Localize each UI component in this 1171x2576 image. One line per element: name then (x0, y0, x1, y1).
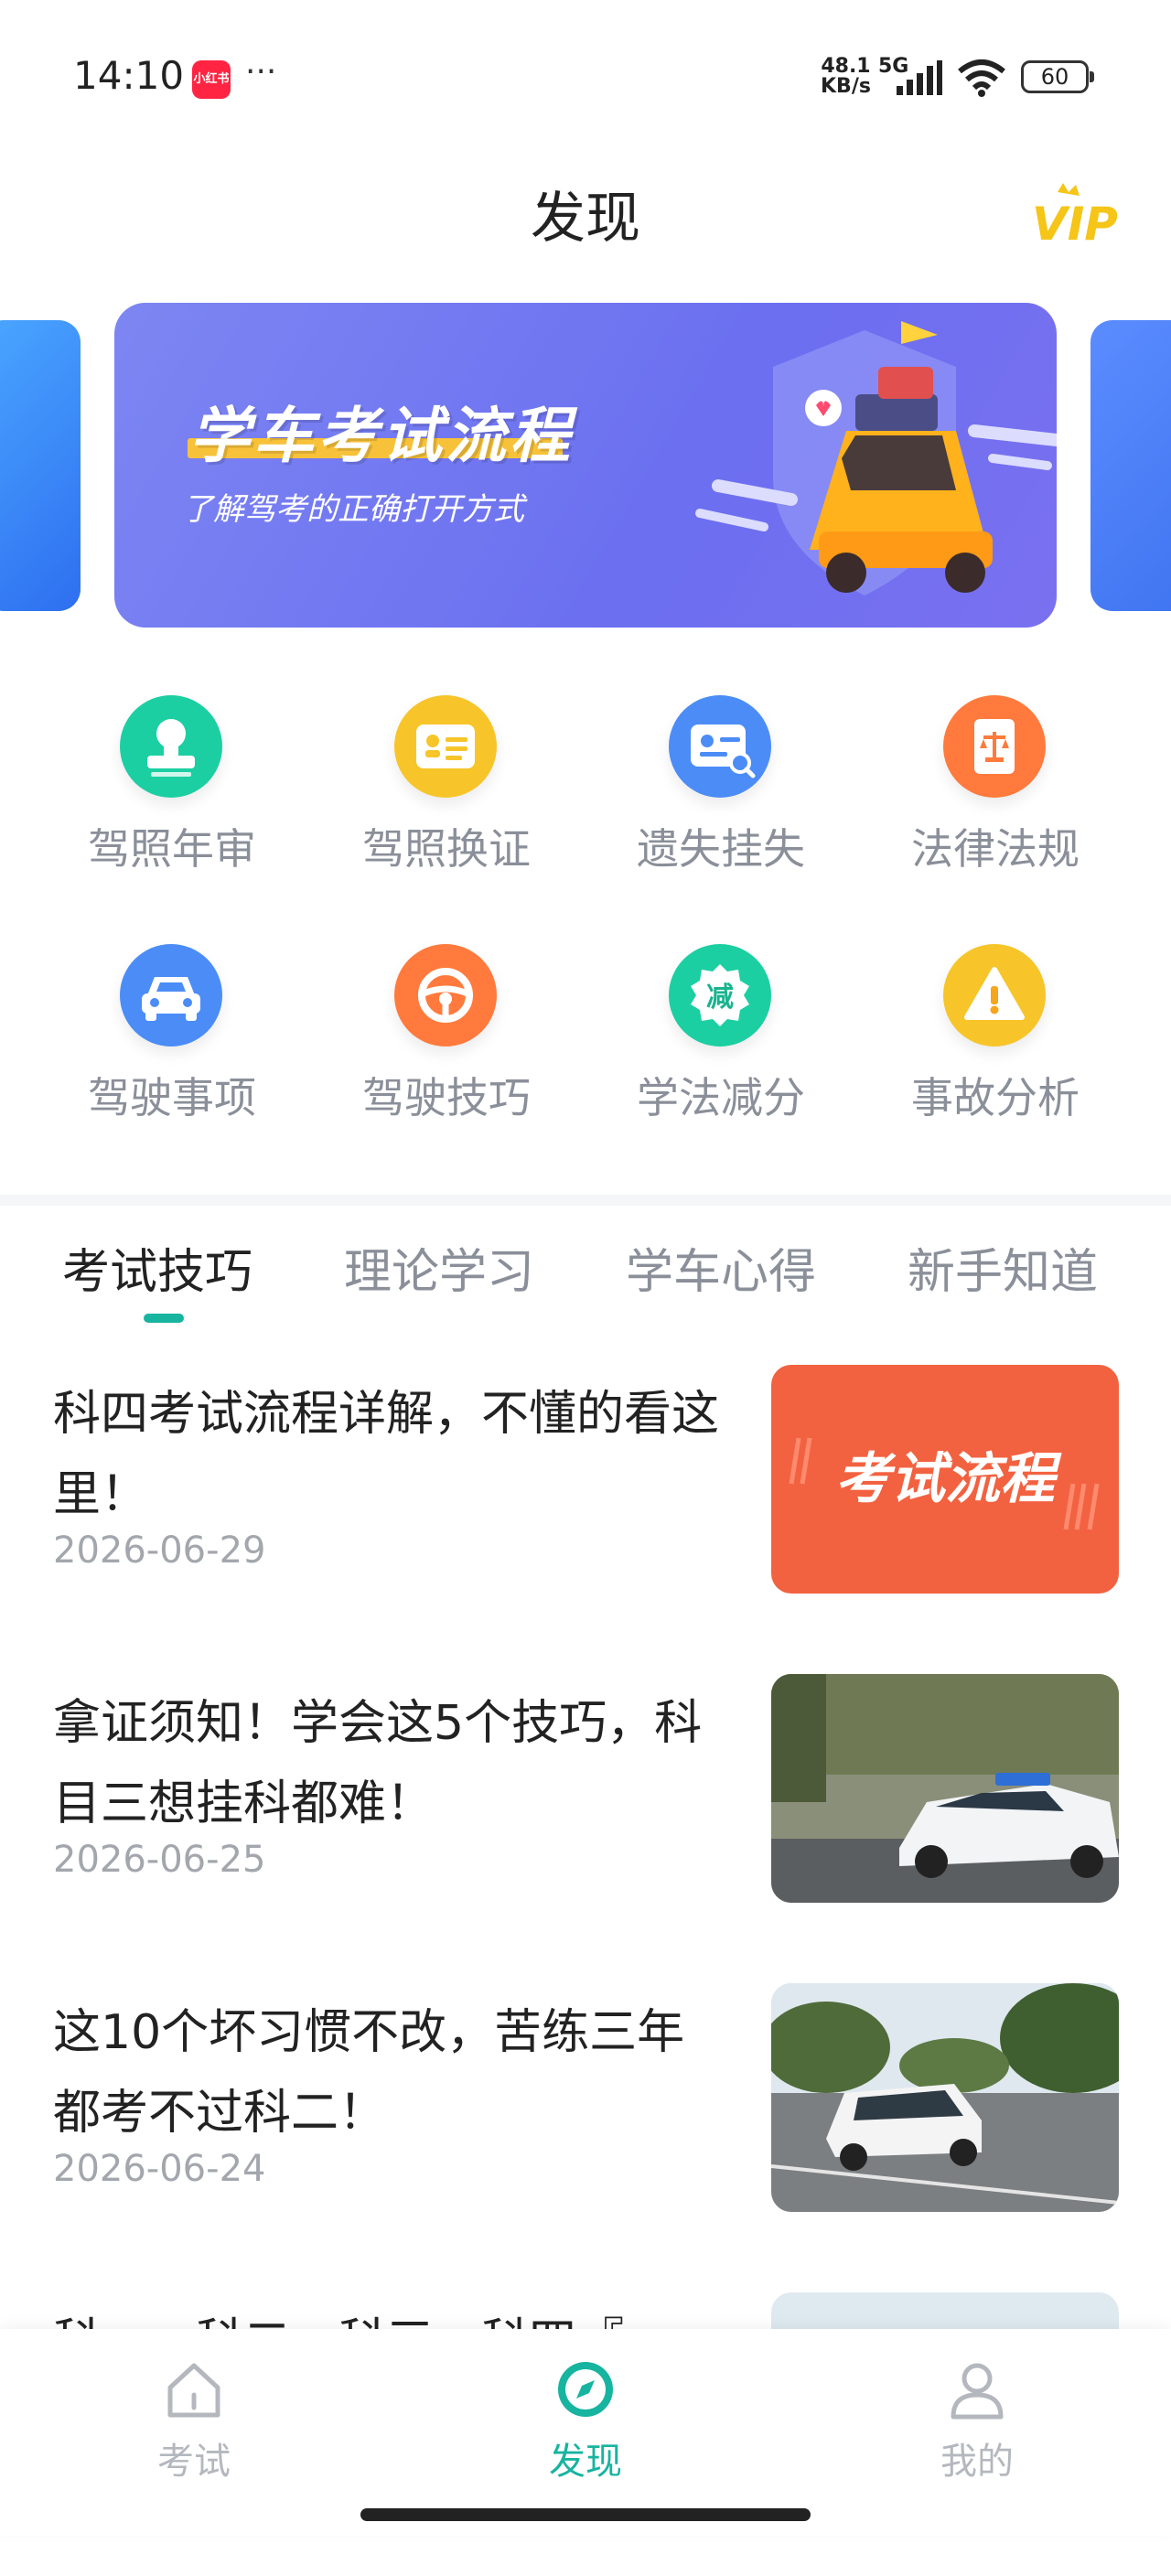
grid-label: 事故分析 (911, 1073, 1080, 1122)
car-illustration-icon (695, 321, 1057, 596)
exam-flow-thumbnail: 考试流程 (789, 1437, 1100, 1530)
article-title: 科四考试流程详解，不懂的看这里！ (53, 1387, 720, 1522)
xiaohongshu-notification-icon: 小红书 (192, 60, 231, 99)
law-book-icon (943, 695, 1046, 798)
nav-label: 考试 (157, 2441, 231, 2483)
search-card-icon (669, 695, 771, 798)
status-time: 14:10 (73, 53, 185, 98)
grid-label: 法律法规 (911, 824, 1080, 874)
article-thumbnail: 考试流程 (771, 1365, 1119, 1594)
grid-label: 驾驶技巧 (362, 1073, 531, 1122)
grid-label: 遗失挂失 (637, 824, 805, 874)
nav-label: 发现 (549, 2441, 622, 2483)
nav-mine[interactable]: 我的 (886, 2356, 1069, 2485)
battery-icon: 60 (1021, 60, 1094, 93)
grid-label: 学法减分 (637, 1073, 805, 1122)
grid-item-license-renewal[interactable]: 驾照换证 (309, 677, 584, 887)
grid-item-driving-skills[interactable]: 驾驶技巧 (309, 926, 584, 1136)
more-notifications-icon: ··· (245, 53, 277, 91)
section-divider (0, 1195, 1171, 1206)
thumbnail-text: 考试流程 (835, 1447, 1062, 1511)
minus-badge-icon: 减 (669, 944, 771, 1046)
wifi-icon (958, 59, 1005, 97)
training-car-photo (771, 1983, 1119, 2212)
vip-label: VIP (1032, 198, 1118, 249)
car-icon (120, 944, 222, 1046)
status-bar: 14:10 小红书 ··· 48.1 KB/s 5G 60 (0, 0, 1171, 137)
article-date: 2026-06-29 (53, 1530, 266, 1572)
tab-theory[interactable]: 理论学习 (344, 1233, 534, 1302)
user-icon (951, 2363, 1004, 2420)
vip-icon[interactable]: VIP (1030, 179, 1122, 249)
grid-label: 驾驶事项 (88, 1073, 256, 1122)
article-thumbnail (771, 1983, 1119, 2212)
net-speed: 48.1 KB/s (821, 57, 871, 97)
bottom-nav: 考试 发现 我的 (0, 2329, 1171, 2536)
article-item[interactable]: 这10个坏习惯不改，苦练三年都考不过科二！ 2026-06-24 (0, 1983, 1171, 2267)
police-car-photo (771, 1674, 1119, 1903)
tab-beginner[interactable]: 新手知道 (908, 1233, 1098, 1302)
grid-item-laws[interactable]: 法律法规 (858, 677, 1133, 887)
grid-label: 驾照换证 (362, 824, 531, 874)
article-title: 拿证须知！学会这5个技巧，科目三想挂科都难！ (53, 1696, 703, 1831)
stamp-icon (120, 695, 222, 798)
article-date: 2026-06-25 (53, 1839, 266, 1881)
article-item[interactable]: 科四考试流程详解，不懂的看这里！ 2026-06-29 考试流程 (0, 1365, 1171, 1648)
minus-badge-text: 减 (706, 982, 734, 1014)
nav-label: 我的 (940, 2441, 1014, 2483)
article-thumbnail (771, 1674, 1119, 1903)
grid-label: 驾照年审 (88, 824, 256, 874)
grid-item-license-review[interactable]: 驾照年审 (35, 677, 309, 887)
compass-icon (558, 2362, 613, 2417)
tab-exam-tips[interactable]: 考试技巧 (62, 1233, 252, 1302)
tab-experience[interactable]: 学车心得 (626, 1233, 816, 1302)
article-date: 2026-06-24 (53, 2148, 266, 2190)
nav-exam[interactable]: 考试 (102, 2356, 285, 2485)
banner-title: 学车考试流程 (189, 401, 574, 471)
banner-next-card[interactable] (1090, 320, 1171, 611)
warning-icon (943, 944, 1046, 1046)
net-speed-unit: KB/s (821, 75, 871, 98)
steering-wheel-icon (394, 944, 497, 1046)
article-item[interactable]: 拿证须知！学会这5个技巧，科目三想挂科都难！ 2026-06-25 (0, 1674, 1171, 1958)
signal-icon (897, 60, 942, 95)
grid-item-accident-analysis[interactable]: 事故分析 (858, 926, 1133, 1136)
grid-item-study-deduction[interactable]: 减 学法减分 (584, 926, 858, 1136)
banner-prev-card[interactable] (0, 320, 81, 611)
id-card-icon (394, 695, 497, 798)
nav-discover[interactable]: 发现 (494, 2356, 677, 2485)
article-title: 这10个坏习惯不改，苦练三年都考不过科二！ (53, 2005, 685, 2141)
home-icon (167, 2363, 220, 2418)
tab-indicator (144, 1314, 184, 1323)
net-speed-value: 48.1 (821, 55, 871, 78)
grid-item-lost-report[interactable]: 遗失挂失 (584, 677, 858, 887)
grid-item-driving-matters[interactable]: 驾驶事项 (35, 926, 309, 1136)
home-indicator[interactable] (360, 2508, 811, 2521)
banner-card[interactable]: 学车考试流程 了解驾考的正确打开方式 (114, 303, 1057, 628)
banner-subtitle: 了解驾考的正确打开方式 (182, 491, 524, 528)
page-title: 发现 (531, 187, 640, 251)
